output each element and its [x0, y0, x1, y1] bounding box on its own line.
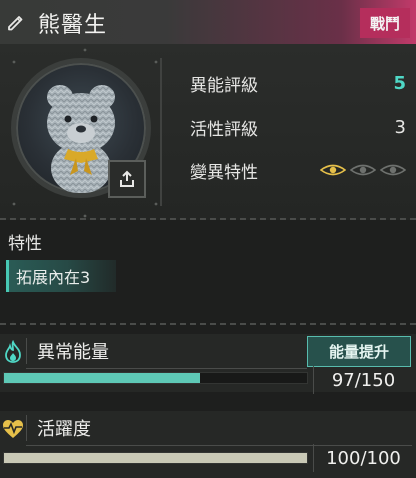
section-divider [0, 218, 416, 220]
energy-boost-button[interactable]: 能量提升 [307, 336, 411, 367]
energy-bar-fill [4, 373, 200, 383]
flame-icon [5, 340, 21, 363]
stat-label: 變異特性 [190, 162, 258, 183]
vitality-bar-fill [4, 453, 307, 463]
info-divider [160, 58, 162, 206]
stat-label: 活性評級 [190, 119, 258, 140]
energy-bar [3, 372, 308, 384]
energy-value: 97/150 [313, 366, 413, 394]
traits-title: 特性 [8, 234, 42, 254]
eye-icon [350, 164, 376, 176]
heart-pulse-icon [3, 420, 23, 438]
vitality-bar [3, 452, 308, 464]
character-info-panel: 異能評級 5 活性評級 3 變異特性 [0, 44, 416, 220]
section-divider [0, 323, 416, 325]
title-underline [26, 368, 307, 369]
stat-row-activity-rank: 活性評級 3 [190, 112, 406, 142]
vitality-value: 100/100 [313, 444, 413, 472]
stat-value: 5 [393, 72, 406, 94]
stat-row-ability-rank: 異能評級 5 [190, 68, 406, 98]
trait-chip[interactable]: 拓展內在3 [6, 260, 116, 292]
eye-icon [320, 164, 346, 176]
energy-title: 異常能量 [37, 342, 109, 363]
share-button[interactable] [108, 160, 146, 198]
stat-label: 異能評級 [190, 75, 258, 96]
header-bar: 熊醫生 戰鬥 [0, 0, 416, 44]
character-name: 熊醫生 [38, 13, 108, 38]
stat-value: 3 [394, 116, 406, 138]
mutation-eyes [320, 163, 406, 177]
share-icon [120, 170, 134, 187]
section-title-divider [26, 415, 27, 441]
pencil-icon[interactable] [6, 12, 26, 32]
section-title-divider [26, 338, 27, 364]
stat-row-mutation-traits[interactable]: 變異特性 [190, 155, 406, 185]
eye-icon [380, 164, 406, 176]
battle-button[interactable]: 戰鬥 [360, 8, 410, 38]
vitality-title: 活躍度 [37, 419, 91, 440]
